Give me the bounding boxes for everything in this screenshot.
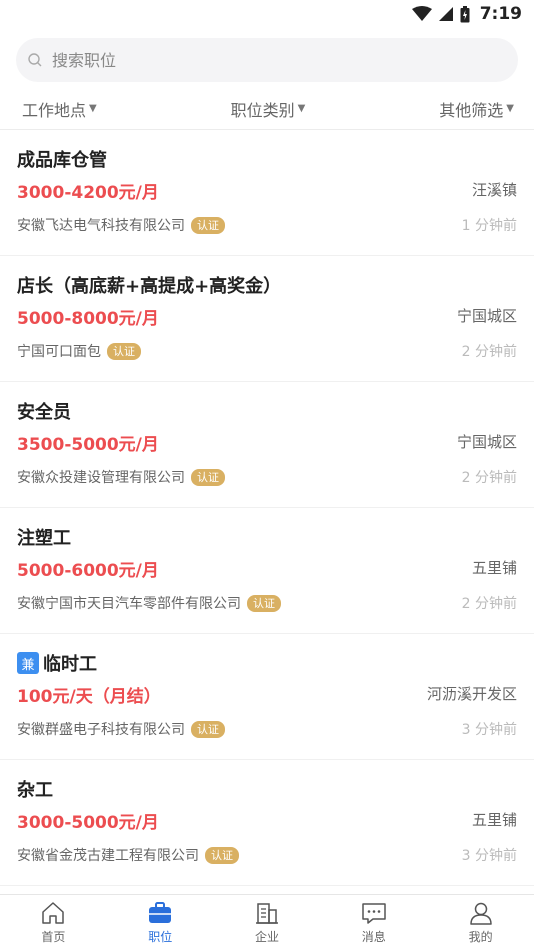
job-title-text: 注塑工	[17, 528, 71, 549]
job-card[interactable]: 安全员 3500-5000元/月 宁国城区 安徽众投建设管理有限公司 认证 2 …	[0, 382, 534, 508]
verified-badge: 认证	[205, 846, 239, 864]
filter-other[interactable]: 其他筛选 ▼	[439, 97, 514, 121]
tab-label: 消息	[361, 929, 386, 944]
wifi-icon	[411, 6, 432, 21]
job-salary: 3000-4200元/月	[17, 183, 159, 203]
company-name: 安徽群盛电子科技有限公司	[17, 722, 185, 738]
tab-profile[interactable]: 我的	[427, 895, 534, 950]
job-title-text: 杂工	[17, 780, 53, 801]
company-info: 宁国可口面包 认证	[17, 340, 141, 362]
job-card[interactable]: 店长（高底薪+高提成+高奖金） 5000-8000元/月 宁国城区 宁国可口面包…	[0, 256, 534, 382]
caret-down-icon: ▼	[297, 103, 306, 114]
company-name: 安徽众投建设管理有限公司	[17, 470, 185, 486]
tab-label: 企业	[254, 929, 279, 944]
caret-down-icon: ▼	[506, 103, 514, 114]
signal-icon	[438, 7, 453, 21]
job-card[interactable]: 成品库仓管 3000-4200元/月 汪溪镇 安徽飞达电气科技有限公司 认证 1…	[0, 130, 534, 256]
verified-badge: 认证	[191, 720, 225, 738]
job-salary: 5000-8000元/月	[17, 309, 159, 329]
job-title: 店长（高底薪+高提成+高奖金）	[17, 272, 517, 298]
verified-badge: 认证	[107, 342, 141, 360]
filter-label: 其他筛选	[439, 100, 504, 120]
company-info: 安徽众投建设管理有限公司 认证	[17, 466, 225, 488]
job-list: 成品库仓管 3000-4200元/月 汪溪镇 安徽飞达电气科技有限公司 认证 1…	[0, 130, 534, 902]
job-salary: 100元/天（月结）	[17, 687, 161, 707]
job-salary: 3500-5000元/月	[17, 435, 159, 455]
filter-location[interactable]: 工作地点 ▼	[22, 97, 97, 121]
tab-messages[interactable]: 消息	[320, 895, 427, 950]
company-name: 安徽省金茂古建工程有限公司	[17, 848, 199, 864]
job-title: 注塑工	[17, 524, 517, 550]
job-location: 宁国城区	[456, 432, 517, 451]
job-location: 宁国城区	[456, 306, 517, 325]
company-name: 宁国可口面包	[17, 344, 101, 360]
part-time-tag: 兼	[17, 652, 39, 674]
job-card[interactable]: 杂工 3000-5000元/月 五里铺 安徽省金茂古建工程有限公司 认证 3 分…	[0, 760, 534, 886]
building-icon	[255, 902, 278, 924]
tab-label: 职位	[148, 929, 173, 944]
job-card[interactable]: 兼 临时工 100元/天（月结） 河沥溪开发区 安徽群盛电子科技有限公司 认证 …	[0, 634, 534, 760]
job-title-text: 临时工	[43, 654, 97, 675]
post-time: 3 分钟前	[461, 722, 517, 738]
user-icon	[469, 902, 492, 925]
job-location: 五里铺	[471, 558, 517, 577]
verified-badge: 认证	[191, 216, 225, 234]
tab-company[interactable]: 企业	[214, 895, 321, 950]
filter-label: 工作地点	[22, 100, 87, 120]
verified-badge: 认证	[191, 468, 225, 486]
post-time: 2 分钟前	[461, 596, 517, 612]
job-location: 五里铺	[471, 810, 517, 829]
job-title: 安全员	[17, 398, 517, 424]
company-info: 安徽群盛电子科技有限公司 认证	[17, 718, 225, 740]
filter-label: 职位类别	[230, 100, 295, 120]
status-time: 7:19	[479, 4, 522, 24]
battery-icon	[460, 5, 470, 22]
job-title-text: 店长（高底薪+高提成+高奖金）	[17, 276, 282, 297]
job-location: 河沥溪开发区	[426, 684, 517, 703]
post-time: 2 分钟前	[461, 344, 517, 360]
tab-jobs[interactable]: 职位	[107, 895, 214, 950]
search-icon	[24, 49, 46, 71]
status-bar: 7:19	[0, 0, 534, 28]
company-info: 安徽飞达电气科技有限公司 认证	[17, 214, 225, 236]
home-icon	[42, 901, 65, 924]
job-card[interactable]: 注塑工 5000-6000元/月 五里铺 安徽宁国市天目汽车零部件有限公司 认证…	[0, 508, 534, 634]
company-name: 安徽宁国市天目汽车零部件有限公司	[17, 596, 241, 612]
filter-category[interactable]: 职位类别 ▼	[231, 97, 306, 121]
bottom-tab-bar: 首页 职位 企业 消息 我的	[0, 894, 534, 950]
post-time: 2 分钟前	[461, 470, 517, 486]
verified-badge: 认证	[247, 594, 281, 612]
post-time: 3 分钟前	[461, 848, 517, 864]
job-salary: 5000-6000元/月	[17, 561, 159, 581]
job-title: 兼 临时工	[17, 650, 517, 676]
job-title-text: 安全员	[17, 402, 71, 423]
filter-bar: 工作地点 ▼ 职位类别 ▼ 其他筛选 ▼	[0, 88, 534, 130]
job-title: 杂工	[17, 776, 517, 802]
chat-icon	[362, 902, 386, 924]
post-time: 1 分钟前	[461, 218, 517, 234]
search-bar	[0, 28, 534, 82]
tab-label: 我的	[468, 929, 493, 944]
search-box[interactable]	[16, 38, 518, 82]
company-info: 安徽省金茂古建工程有限公司 认证	[17, 844, 239, 866]
job-location: 汪溪镇	[471, 180, 517, 199]
tab-home[interactable]: 首页	[0, 895, 107, 950]
job-title-text: 成品库仓管	[17, 150, 107, 171]
company-name: 安徽飞达电气科技有限公司	[17, 218, 185, 234]
job-title: 成品库仓管	[17, 146, 517, 172]
briefcase-icon	[149, 901, 172, 923]
job-salary: 3000-5000元/月	[17, 813, 159, 833]
caret-down-icon: ▼	[89, 103, 97, 114]
search-input[interactable]	[52, 50, 472, 70]
tab-label: 首页	[41, 929, 66, 944]
company-info: 安徽宁国市天目汽车零部件有限公司 认证	[17, 592, 281, 614]
